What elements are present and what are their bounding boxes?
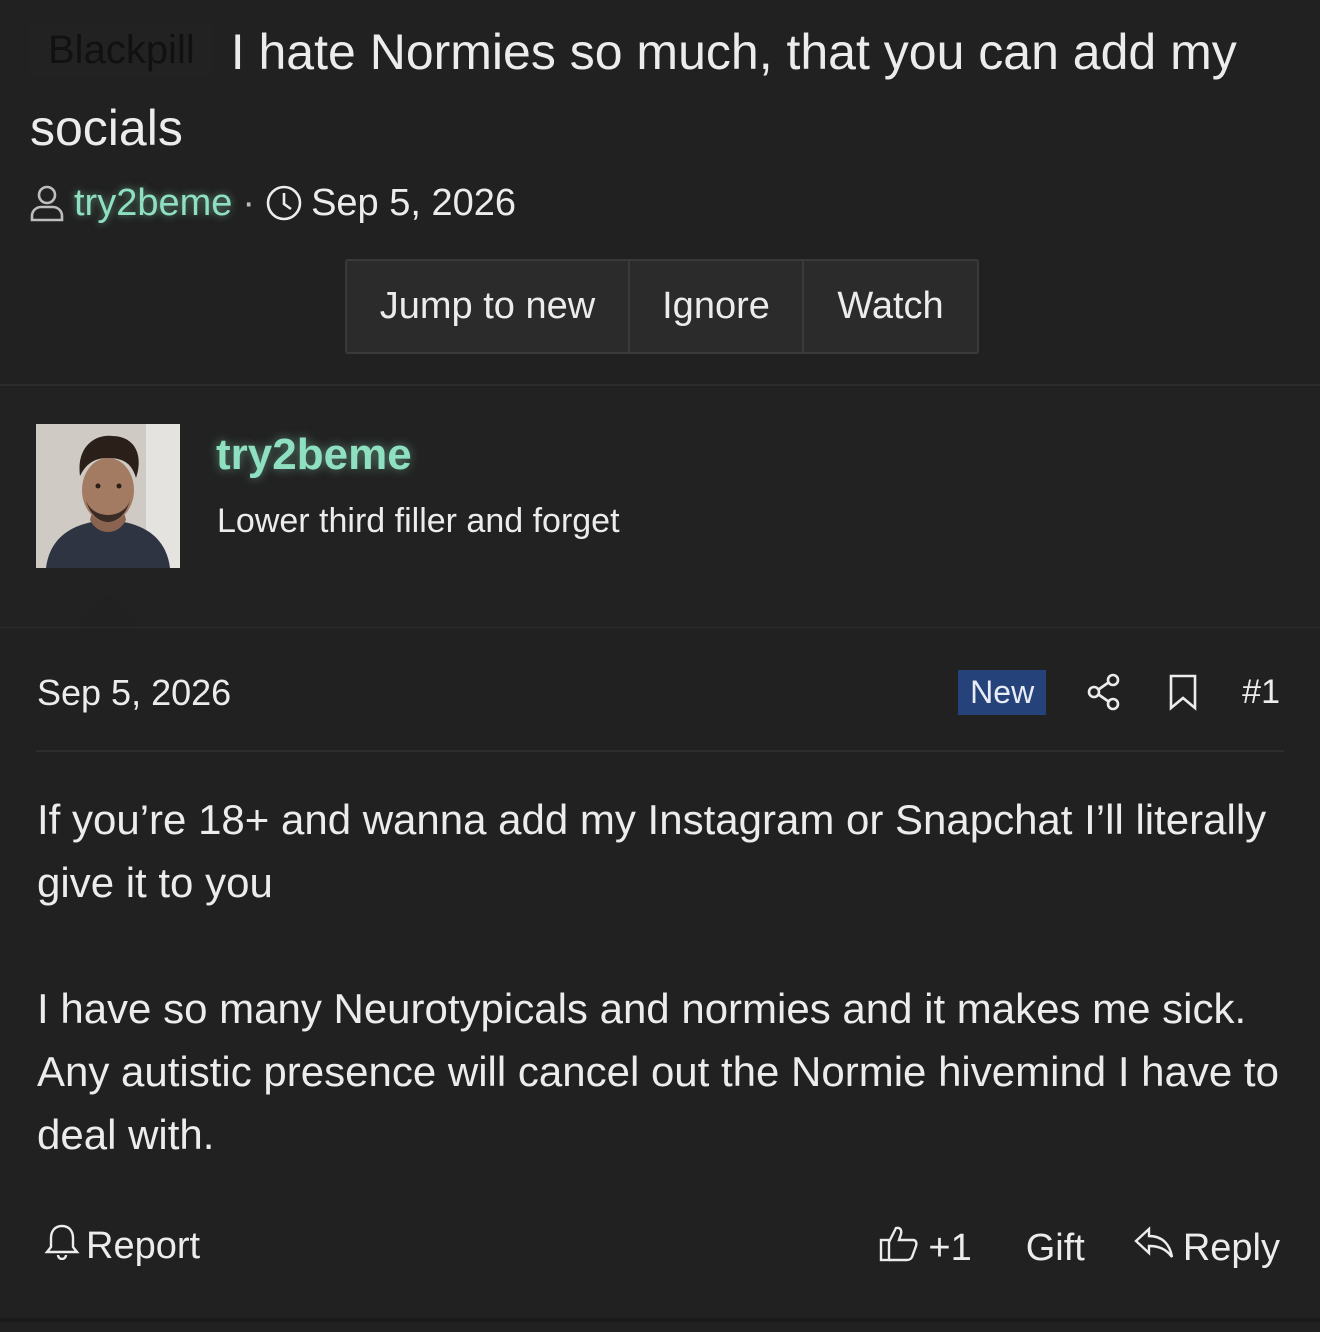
post-paragraph: If you’re 18+ and wanna add my Instagram… — [37, 796, 1267, 906]
user-title: Lower third filler and forget — [217, 502, 620, 540]
header-divider — [0, 384, 1320, 386]
clock-icon — [265, 184, 303, 222]
reply-button[interactable]: Reply — [1133, 1224, 1280, 1272]
avatar[interactable] — [36, 424, 180, 568]
reaction-button[interactable]: +1 — [878, 1222, 972, 1274]
thread-title: Blackpill I hate Normies so much, that yo… — [30, 14, 1290, 166]
watch-button[interactable]: Watch — [804, 261, 977, 352]
report-button[interactable]: Report — [44, 1222, 200, 1270]
thread-action-buttons: Jump to new Ignore Watch — [345, 259, 979, 354]
bookmark-icon[interactable] — [1168, 673, 1198, 711]
post-user-block: try2beme Lower third filler and forget — [0, 388, 1320, 628]
new-badge: New — [958, 669, 1047, 715]
post-footer-actions: +1 Gift Reply — [878, 1222, 1280, 1274]
post-body: If you’re 18+ and wanna add my Instagram… — [37, 788, 1297, 1229]
post-footer: Report +1 Gift Reply — [0, 1214, 1320, 1278]
post-divider — [36, 750, 1284, 752]
gift-button[interactable]: Gift — [1026, 1227, 1085, 1270]
thread-meta: try2beme · Sep 5, 2026 — [28, 180, 516, 226]
meta-separator: · — [242, 181, 256, 224]
ignore-button[interactable]: Ignore — [630, 261, 804, 352]
report-label: Report — [86, 1224, 201, 1267]
post-paragraph: I have so many Neurotypicals and normies… — [37, 985, 1279, 1158]
thumbs-up-icon — [878, 1222, 928, 1274]
user-icon — [28, 183, 66, 223]
post-header-actions: New #1 — [958, 668, 1280, 716]
reply-label: Reply — [1182, 1226, 1280, 1269]
share-icon[interactable] — [1086, 673, 1122, 711]
jump-to-new-button[interactable]: Jump to new — [347, 261, 630, 352]
thread-author-link[interactable]: try2beme — [74, 182, 232, 225]
post-author-name[interactable]: try2beme — [216, 430, 412, 480]
thread-prefix[interactable]: Blackpill — [30, 23, 213, 77]
post-date[interactable]: Sep 5, 2026 — [37, 672, 231, 714]
thread-date[interactable]: Sep 5, 2026 — [311, 182, 516, 225]
message-arrow — [74, 594, 142, 628]
reply-icon — [1133, 1224, 1183, 1272]
post: Sep 5, 2026 New #1 If you’re 18+ and wan… — [0, 628, 1320, 1328]
thread-header: Blackpill I hate Normies so much, that yo… — [0, 0, 1320, 386]
bell-icon — [44, 1222, 86, 1270]
reaction-count: +1 — [928, 1226, 972, 1269]
post-bottom-divider — [0, 1318, 1320, 1322]
post-number[interactable]: #1 — [1242, 673, 1280, 712]
